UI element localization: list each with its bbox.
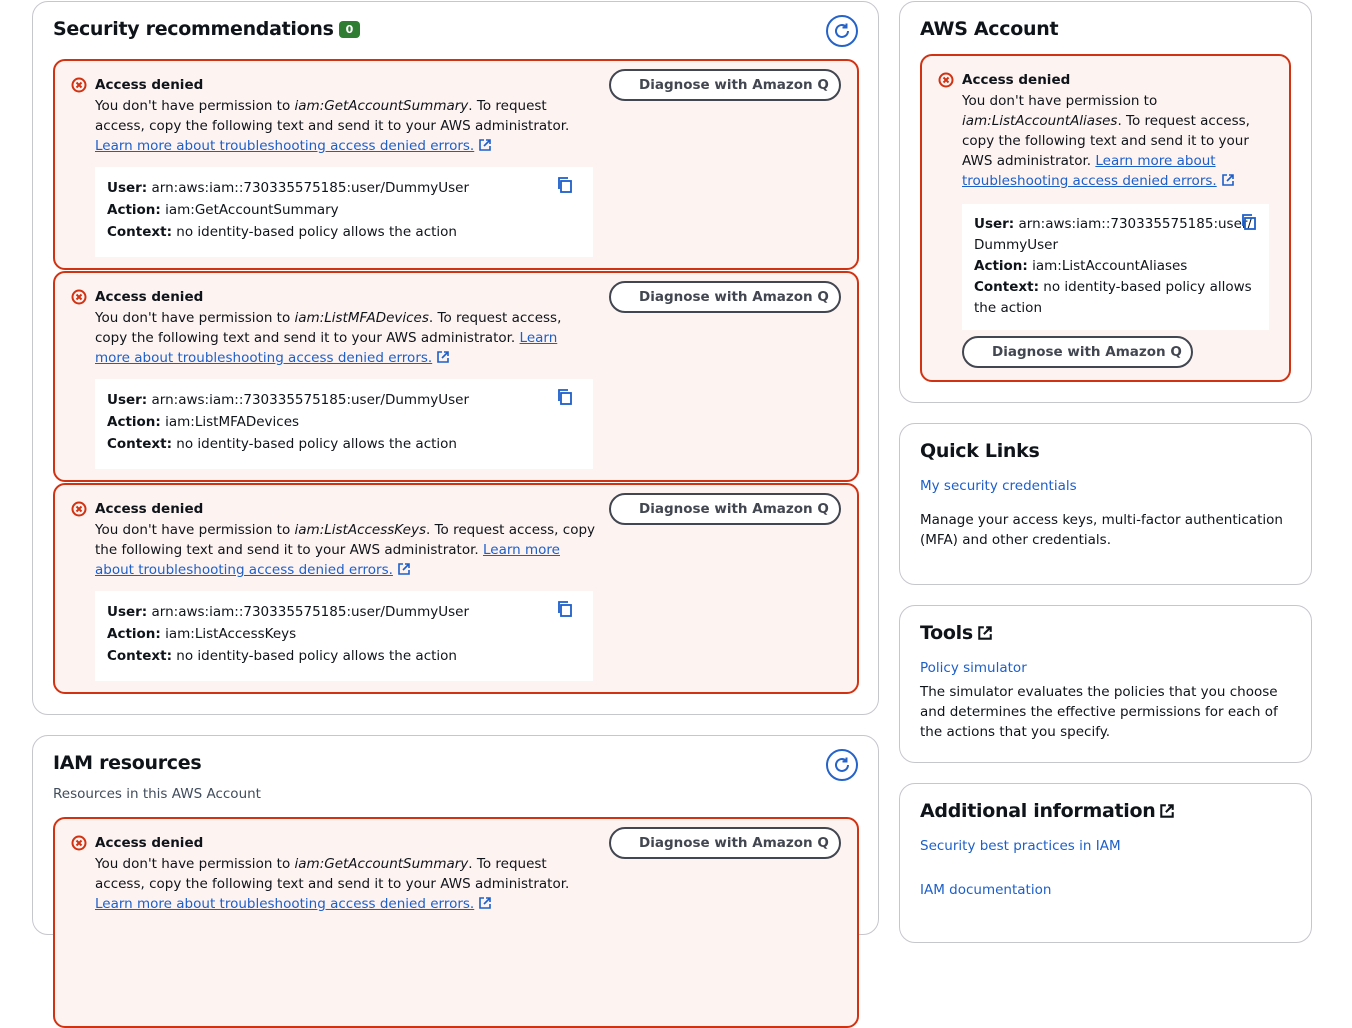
error-icon: [71, 835, 87, 851]
iam-resources-panel: IAM resources Resources in this AWS Acco…: [32, 735, 879, 1028]
external-link-icon: [479, 139, 492, 151]
refresh-icon: [835, 757, 849, 772]
request-details-box: User: arn:aws:iam::730335575185:user/Dum…: [95, 379, 593, 469]
policy-simulator-link[interactable]: Policy simulator: [920, 660, 1027, 676]
error-icon: [71, 289, 87, 305]
diagnose-with-amazon-q-button[interactable]: Diagnose with Amazon Q: [962, 336, 1193, 368]
access-denied-alert: Access denied You don't have permission …: [53, 59, 859, 270]
learn-more-link[interactable]: Learn more about troubleshooting access …: [95, 896, 474, 912]
refresh-button[interactable]: [826, 15, 858, 47]
external-link-icon[interactable]: [1159, 803, 1175, 819]
iam-documentation-link[interactable]: IAM documentation: [920, 882, 1051, 898]
access-denied-alert: Access denied You don't have permission …: [53, 817, 859, 1028]
alert-title: Access denied: [95, 835, 204, 851]
quick-links-title: Quick Links: [920, 440, 1040, 462]
error-icon: [938, 72, 954, 88]
alert-title: Access denied: [962, 72, 1071, 88]
recommendations-count-badge: 0: [338, 21, 360, 38]
aws-account-panel: AWS Account Access denied You don't have…: [899, 1, 1312, 403]
external-link-icon: [479, 897, 492, 909]
alert-message: You don't have permission to iam:ListMFA…: [95, 310, 562, 366]
external-link-icon[interactable]: [977, 625, 993, 641]
iam-resources-subtitle: Resources in this AWS Account: [53, 786, 261, 802]
alert-title: Access denied: [95, 289, 204, 305]
diagnose-with-amazon-q-button[interactable]: Diagnose with Amazon Q: [609, 69, 841, 101]
error-icon: [71, 501, 87, 517]
access-denied-alert: Access denied You don't have permission …: [920, 54, 1291, 382]
aws-account-title: AWS Account: [920, 18, 1059, 40]
refresh-icon: [835, 23, 849, 38]
alert-message: You don't have permission to iam:GetAcco…: [95, 856, 570, 912]
request-details-box: User: arn:aws:iam::730335575185:user/Dum…: [95, 591, 593, 681]
request-details-box: User: arn:aws:iam::730335575185:user/Dum…: [962, 204, 1269, 330]
external-link-icon: [437, 351, 450, 363]
error-icon: [71, 77, 87, 93]
access-denied-alert: Access denied You don't have permission …: [53, 483, 859, 694]
diagnose-with-amazon-q-button[interactable]: Diagnose with Amazon Q: [609, 827, 841, 859]
access-denied-alert: Access denied You don't have permission …: [53, 271, 859, 482]
request-details-box: User: arn:aws:iam::730335575185:user/Dum…: [95, 167, 593, 257]
external-link-icon: [1221, 174, 1234, 186]
quick-links-panel: Quick Links My security credentials Mana…: [899, 423, 1312, 585]
copy-icon[interactable]: [557, 389, 573, 405]
security-best-practices-link[interactable]: Security best practices in IAM: [920, 838, 1121, 854]
alert-message: You don't have permission to iam:GetAcco…: [95, 98, 570, 154]
quick-links-description: Manage your access keys, multi-factor au…: [920, 512, 1283, 548]
alert-title: Access denied: [95, 501, 204, 517]
diagnose-with-amazon-q-button[interactable]: Diagnose with Amazon Q: [609, 493, 841, 525]
tools-title: Tools: [920, 622, 993, 644]
copy-icon[interactable]: [557, 601, 573, 617]
diagnose-with-amazon-q-button[interactable]: Diagnose with Amazon Q: [609, 281, 841, 313]
tools-description: The simulator evaluates the policies tha…: [920, 684, 1278, 740]
external-link-icon: [398, 563, 410, 575]
learn-more-link[interactable]: Learn more about troubleshooting access …: [95, 138, 474, 154]
my-security-credentials-link[interactable]: My security credentials: [920, 478, 1077, 494]
copy-icon[interactable]: [557, 177, 573, 193]
copy-icon[interactable]: [1241, 214, 1257, 230]
additional-information-title: Additional information: [920, 800, 1175, 822]
additional-information-panel: Additional information Security best pra…: [899, 783, 1312, 943]
alert-title: Access denied: [95, 77, 204, 93]
alert-message: You don't have permission to iam:ListAcc…: [95, 522, 596, 578]
refresh-button[interactable]: [826, 749, 858, 781]
iam-resources-title: IAM resources: [53, 752, 202, 774]
alert-message: You don't have permission to iam:ListAcc…: [962, 93, 1250, 189]
security-recommendations-title: Security recommendations 0: [53, 18, 360, 40]
security-recommendations-panel: Security recommendations 0 Access denied …: [32, 1, 879, 715]
tools-panel: Tools Policy simulator The simulator eva…: [899, 605, 1312, 763]
